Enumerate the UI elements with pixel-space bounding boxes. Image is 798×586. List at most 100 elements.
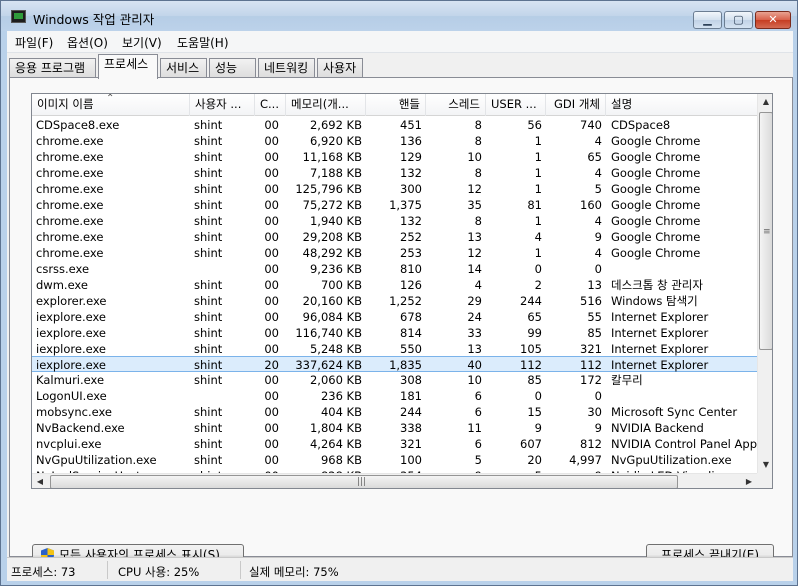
cell-memory: 9,236 KB: [309, 262, 362, 276]
cell-cpu: 00: [264, 230, 279, 244]
cell-threads: 33: [467, 326, 482, 340]
cell-user: shint: [194, 453, 223, 467]
column-threads[interactable]: 스레드: [426, 94, 486, 116]
column-user-objects[interactable]: USER ...: [486, 94, 546, 116]
cell-user-objects: 1: [534, 214, 542, 228]
cell-gdi-objects: 4: [594, 166, 602, 180]
task-manager-window: Windows 작업 관리자 ▁ ▢ ✕ 파일(F) 옵션(O) 보기(V) 도…: [0, 0, 798, 586]
cell-handles: 814: [400, 326, 422, 340]
cell-user: shint: [194, 405, 223, 419]
cell-user-objects: 112: [520, 358, 542, 372]
horizontal-scroll-thumb[interactable]: |||: [50, 475, 678, 488]
column-gdi-objects[interactable]: GDI 개체: [546, 94, 606, 116]
vertical-scroll-thumb[interactable]: ≡: [759, 112, 772, 350]
cell-handles: 1,835: [389, 358, 422, 372]
cell-user-objects: 1: [534, 182, 542, 196]
cell-user-objects: 1: [534, 150, 542, 164]
table-row[interactable]: Kalmuri.exe shint 00 2,060 KB 308 10 85 172 칼무리: [32, 372, 757, 388]
scroll-left-arrow-icon[interactable]: ◀: [32, 474, 48, 488]
table-row[interactable]: chrome.exe shint 00 7,188 KB 132 8 1 4 Google Ch…: [32, 165, 757, 181]
column-handles[interactable]: 핸들: [366, 94, 426, 116]
maximize-button[interactable]: ▢: [724, 11, 753, 29]
status-separator: [240, 561, 241, 579]
vertical-scrollbar[interactable]: ▲ ≡ ▼: [757, 94, 772, 473]
scroll-right-arrow-icon[interactable]: ▶: [741, 474, 757, 488]
menu-file[interactable]: 파일(F): [15, 34, 53, 51]
scrollbar-corner: [757, 473, 772, 488]
cell-threads: 8: [474, 118, 482, 132]
table-row[interactable]: NvBackend.exe shint 00 1,804 KB 338 11 9 9 NVIDI…: [32, 420, 757, 436]
column-user[interactable]: 사용자 ...: [190, 94, 255, 116]
cell-cpu: 00: [264, 150, 279, 164]
cell-gdi-objects: 4: [594, 214, 602, 228]
cell-threads: 12: [467, 182, 482, 196]
cell-gdi-objects: 112: [580, 358, 602, 372]
task-manager-icon: [11, 10, 26, 23]
menu-options[interactable]: 옵션(O): [67, 34, 108, 51]
cell-handles: 252: [400, 230, 422, 244]
tab-strip: 응용 프로그램 프로세스 서비스 성능 네트워킹 사용자: [7, 54, 793, 79]
cell-memory: 1,804 KB: [309, 421, 362, 435]
cell-gdi-objects: 30: [587, 405, 602, 419]
table-row[interactable]: explorer.exe shint 00 20,160 KB 1,252 29 244 51…: [32, 293, 757, 309]
tab-services[interactable]: 서비스: [160, 58, 207, 78]
cell-cpu: 20: [264, 358, 279, 372]
cell-image-name: chrome.exe: [36, 134, 104, 148]
table-row[interactable]: chrome.exe shint 00 11,168 KB 129 10 1 65 Google…: [32, 149, 757, 165]
scroll-up-arrow-icon[interactable]: ▲: [758, 94, 772, 110]
cell-user: shint: [194, 342, 223, 356]
table-row[interactable]: iexplore.exe shint 00 5,248 KB 550 13 105 321 In…: [32, 341, 757, 357]
cell-user: shint: [194, 198, 223, 212]
cell-description: Google Chrome: [611, 150, 701, 164]
table-row[interactable]: chrome.exe shint 00 1,940 KB 132 8 1 4 Google Ch…: [32, 213, 757, 229]
table-row[interactable]: nvcplui.exe shint 00 4,264 KB 321 6 607 812 NVID…: [32, 436, 757, 452]
minimize-button[interactable]: ▁: [693, 11, 722, 29]
cell-image-name: chrome.exe: [36, 214, 104, 228]
horizontal-scrollbar[interactable]: ◀ ||| ▶: [32, 473, 757, 488]
menu-help[interactable]: 도움말(H): [177, 34, 229, 51]
process-list[interactable]: 이미지 이름 ⌃ 사용자 ... C... 메모리(개... 핸들 스레드 USE…: [31, 93, 773, 489]
table-row[interactable]: chrome.exe shint 00 6,920 KB 136 8 1 4 Google Ch…: [32, 133, 757, 149]
cell-memory: 11,168 KB: [302, 150, 362, 164]
tab-processes[interactable]: 프로세스: [98, 54, 158, 79]
close-button[interactable]: ✕: [755, 11, 791, 29]
table-row[interactable]: dwm.exe shint 00 700 KB 126 4 2 13 데스크톱 창 관리자: [32, 277, 757, 293]
cell-user-objects: 20: [527, 453, 542, 467]
tab-applications[interactable]: 응용 프로그램: [9, 58, 96, 78]
cell-description: Google Chrome: [611, 198, 701, 212]
cell-user: shint: [194, 421, 223, 435]
column-memory[interactable]: 메모리(개...: [286, 94, 366, 116]
table-row[interactable]: LogonUI.exe 00 236 KB 181 6 0 0: [32, 388, 757, 404]
sort-ascending-icon: ⌃: [106, 94, 115, 104]
cell-user-objects: 4: [534, 230, 542, 244]
cell-memory: 75,272 KB: [302, 198, 362, 212]
menu-view[interactable]: 보기(V): [122, 34, 162, 51]
table-row[interactable]: CDSpace8.exe shint 00 2,692 KB 451 8 56 740 CDSp…: [32, 117, 757, 133]
table-row[interactable]: chrome.exe shint 00 48,292 KB 253 12 1 4 Google …: [32, 245, 757, 261]
table-row[interactable]: mobsync.exe shint 00 404 KB 244 6 15 30 Microsof…: [32, 404, 757, 420]
table-row-selected[interactable]: iexplore.exe shint 20 337,624 KB 1,835 40 112 1…: [32, 356, 757, 372]
scroll-down-arrow-icon[interactable]: ▼: [758, 457, 772, 473]
table-row[interactable]: chrome.exe shint 00 29,208 KB 252 13 4 9 Google …: [32, 229, 757, 245]
cell-cpu: 00: [264, 326, 279, 340]
column-description[interactable]: 설명: [606, 94, 757, 116]
table-row[interactable]: iexplore.exe shint 00 96,084 KB 678 24 65 55 Int…: [32, 309, 757, 325]
cell-description: NVIDIA Backend: [611, 421, 704, 435]
table-row[interactable]: NvGpuUtilization.exe shint 00 968 KB 100 5 20 4…: [32, 452, 757, 468]
cell-handles: 300: [400, 182, 422, 196]
tab-networking[interactable]: 네트워킹: [258, 58, 315, 78]
table-row[interactable]: iexplore.exe shint 00 116,740 KB 814 33 99 85 In…: [32, 325, 757, 341]
table-row[interactable]: chrome.exe shint 00 125,796 KB 300 12 1 5 Google…: [32, 181, 757, 197]
cell-user: [194, 388, 252, 404]
tab-performance[interactable]: 성능: [209, 58, 256, 78]
column-image-name[interactable]: 이미지 이름 ⌃: [32, 94, 190, 116]
title-bar[interactable]: Windows 작업 관리자 ▁ ▢ ✕: [1, 1, 797, 31]
table-row[interactable]: chrome.exe shint 00 75,272 KB 1,375 35 81 160 Go…: [32, 197, 757, 213]
table-row[interactable]: csrss.exe 00 9,236 KB 810 14 0 0: [32, 261, 757, 277]
column-cpu[interactable]: C...: [255, 94, 286, 116]
tab-users[interactable]: 사용자: [317, 58, 363, 78]
column-header-row: 이미지 이름 ⌃ 사용자 ... C... 메모리(개... 핸들 스레드 USE…: [32, 94, 757, 116]
cell-handles: 451: [400, 118, 422, 132]
cell-description: [611, 261, 757, 277]
cell-description: Microsoft Sync Center: [611, 405, 738, 419]
